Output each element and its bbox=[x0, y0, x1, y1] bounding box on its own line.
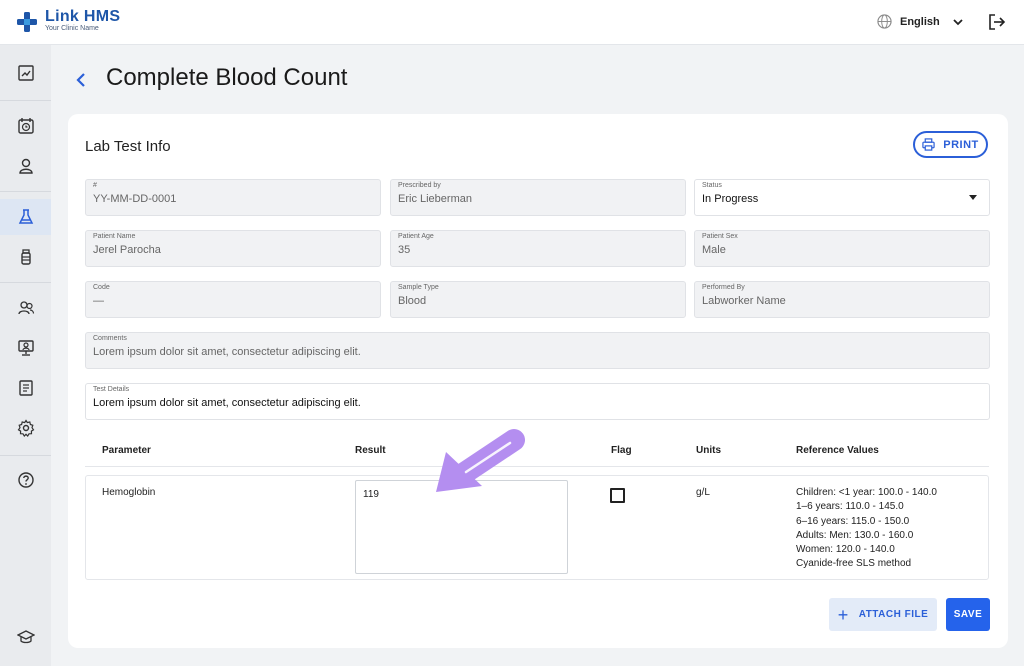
id-field[interactable]: # YY-MM-DD-0001 bbox=[85, 179, 381, 216]
reference-line: Cyanide-free SLS method bbox=[796, 558, 912, 570]
attach-file-label: ATTACH FILE bbox=[858, 609, 929, 620]
monitor-user-icon bbox=[17, 340, 34, 356]
performed-by-label: Performed By bbox=[702, 284, 745, 291]
sidebar-item-telemedicine[interactable] bbox=[0, 330, 51, 366]
sidebar bbox=[0, 45, 51, 666]
plus-icon: + bbox=[837, 604, 849, 625]
gear-icon bbox=[17, 419, 34, 437]
page-title: Complete Blood Count bbox=[106, 64, 348, 91]
print-button[interactable]: PRINT bbox=[913, 131, 988, 158]
patient-name-field[interactable]: Patient Name Jerel Parocha bbox=[85, 230, 381, 267]
code-value: — bbox=[93, 295, 104, 307]
sidebar-item-pharmacy[interactable] bbox=[0, 239, 51, 275]
prescribed-by-value: Eric Lieberman bbox=[398, 193, 472, 205]
sidebar-item-learning[interactable] bbox=[0, 619, 51, 655]
save-button[interactable]: SAVE bbox=[946, 598, 990, 631]
code-field[interactable]: Code — bbox=[85, 281, 381, 318]
patient-name-value: Jerel Parocha bbox=[93, 244, 161, 256]
medicine-bottle-icon bbox=[20, 249, 31, 265]
patient-sex-field[interactable]: Patient Sex Male bbox=[694, 230, 990, 267]
reference-line: Children: <1 year: 100.0 - 140.0 bbox=[796, 487, 937, 498]
parameter-cell: Hemoglobin bbox=[102, 487, 156, 498]
back-arrow-icon[interactable] bbox=[72, 70, 90, 90]
sidebar-item-lab[interactable] bbox=[0, 199, 51, 235]
column-header-reference: Reference Values bbox=[796, 445, 879, 456]
app-logo[interactable]: Link HMS Your Clinic Name bbox=[17, 9, 120, 33]
sample-type-value: Blood bbox=[398, 295, 427, 307]
column-header-flag: Flag bbox=[611, 445, 632, 456]
flask-icon bbox=[18, 209, 33, 224]
table-header-divider bbox=[85, 466, 989, 467]
printer-icon bbox=[922, 138, 935, 151]
dashboard-icon bbox=[17, 65, 34, 81]
dropdown-caret-icon bbox=[969, 195, 977, 200]
patient-age-label: Patient Age bbox=[398, 233, 434, 240]
column-header-result: Result bbox=[355, 445, 386, 456]
sidebar-item-dashboard[interactable] bbox=[0, 55, 51, 91]
reference-line: 6–16 years: 115.0 - 150.0 bbox=[796, 515, 910, 527]
app-name: Link HMS bbox=[45, 8, 121, 25]
test-details-value: Lorem ipsum dolor sit amet, consectetur … bbox=[93, 397, 361, 409]
code-label: Code bbox=[93, 284, 110, 291]
graduation-cap-icon bbox=[16, 630, 35, 644]
help-icon bbox=[17, 472, 34, 488]
prescribed-by-label: Prescribed by bbox=[398, 182, 441, 189]
language-label: English bbox=[900, 15, 940, 28]
performed-by-value: Labworker Name bbox=[702, 295, 786, 307]
status-select[interactable]: Status In Progress bbox=[694, 179, 990, 216]
test-details-label: Test Details bbox=[93, 386, 130, 393]
patient-age-value: 35 bbox=[398, 244, 411, 256]
chevron-down-icon bbox=[953, 18, 963, 25]
id-value: YY-MM-DD-0001 bbox=[93, 193, 177, 205]
patient-name-label: Patient Name bbox=[93, 233, 136, 240]
lab-test-card: Lab Test Info PRINT # YY-MM-DD-0001 Pres… bbox=[68, 114, 1008, 648]
test-details-field[interactable]: Test Details Lorem ipsum dolor sit amet,… bbox=[85, 383, 990, 420]
reference-line: Women: 120.0 - 140.0 bbox=[796, 544, 895, 556]
column-header-units: Units bbox=[696, 445, 721, 456]
id-label: # bbox=[93, 182, 97, 189]
sample-type-field[interactable]: Sample Type Blood bbox=[390, 281, 686, 318]
document-list-icon bbox=[18, 380, 33, 396]
language-selector[interactable]: English bbox=[877, 14, 964, 29]
annotation-arrow-icon bbox=[436, 429, 525, 492]
sidebar-item-staff[interactable] bbox=[0, 290, 51, 326]
save-label: SAVE bbox=[953, 609, 983, 620]
print-label: PRINT bbox=[943, 138, 979, 151]
globe-icon bbox=[877, 14, 892, 29]
flag-checkbox[interactable] bbox=[610, 488, 625, 503]
users-icon bbox=[17, 301, 34, 315]
logout-icon[interactable] bbox=[988, 13, 1006, 31]
status-value: In Progress bbox=[702, 193, 759, 205]
app-subtitle: Your Clinic Name bbox=[45, 25, 99, 32]
user-icon bbox=[18, 158, 33, 174]
calendar-clock-icon bbox=[17, 118, 34, 134]
units-cell: g/L bbox=[696, 487, 710, 498]
patient-sex-label: Patient Sex bbox=[702, 233, 738, 240]
sidebar-item-settings[interactable] bbox=[0, 410, 51, 446]
reference-values-cell: Children: <1 year: 100.0 - 140.0 1–6 yea… bbox=[796, 486, 937, 572]
sidebar-item-help[interactable] bbox=[0, 462, 51, 498]
patient-sex-value: Male bbox=[702, 244, 726, 256]
reference-line: Adults: Men: 130.0 - 160.0 bbox=[796, 529, 914, 541]
sidebar-item-appointments[interactable] bbox=[0, 108, 51, 144]
result-value: 119 bbox=[363, 489, 379, 500]
top-bar: Link HMS Your Clinic Name English bbox=[0, 0, 1024, 45]
patient-age-field[interactable]: Patient Age 35 bbox=[390, 230, 686, 267]
reference-line: 1–6 years: 110.0 - 145.0 bbox=[796, 501, 904, 513]
sidebar-item-patients[interactable] bbox=[0, 148, 51, 184]
comments-value: Lorem ipsum dolor sit amet, consectetur … bbox=[93, 346, 361, 358]
sidebar-item-reports[interactable] bbox=[0, 370, 51, 406]
status-label: Status bbox=[702, 182, 722, 189]
column-header-parameter: Parameter bbox=[102, 445, 151, 456]
attach-file-button[interactable]: + ATTACH FILE bbox=[829, 598, 937, 631]
prescribed-by-field[interactable]: Prescribed by Eric Lieberman bbox=[390, 179, 686, 216]
logo-cross-icon bbox=[17, 12, 37, 32]
comments-label: Comments bbox=[93, 335, 127, 342]
performed-by-field[interactable]: Performed By Labworker Name bbox=[694, 281, 990, 318]
card-title: Lab Test Info bbox=[85, 138, 171, 155]
comments-field[interactable]: Comments Lorem ipsum dolor sit amet, con… bbox=[85, 332, 990, 369]
sample-type-label: Sample Type bbox=[398, 284, 439, 291]
